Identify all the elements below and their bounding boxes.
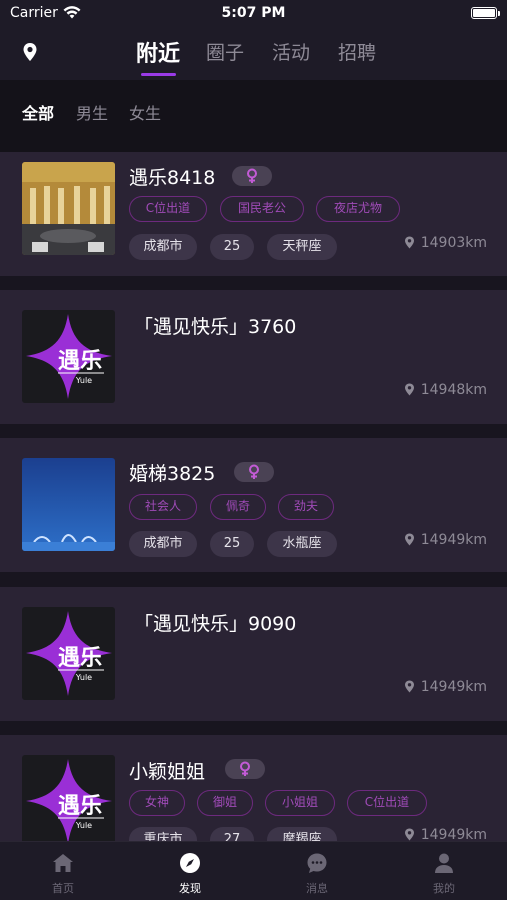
location-pin-icon xyxy=(404,680,414,693)
tabbar-home[interactable]: 首页 xyxy=(0,842,126,900)
tab-nearby[interactable]: 附近 xyxy=(136,36,180,68)
yule-logo-photo: 遇乐 Yule xyxy=(22,755,115,841)
location-pin-icon xyxy=(404,236,414,249)
zodiac-chip: 水瓶座 xyxy=(267,531,337,557)
tabbar-label: 发现 xyxy=(179,882,201,895)
tabbar-label: 消息 xyxy=(306,882,328,895)
svg-text:遇乐: 遇乐 xyxy=(58,794,102,819)
city-chip: 重庆市 xyxy=(129,827,197,841)
location-pin-icon xyxy=(404,533,414,546)
user-tag: C位出道 xyxy=(129,196,207,222)
distance-value: 14948km xyxy=(420,382,487,398)
user-name: 小颖姐姐 xyxy=(129,761,206,783)
tabbar-label: 首页 xyxy=(52,882,74,895)
location-pin-icon xyxy=(404,828,414,841)
distance-label: 14949km xyxy=(404,827,487,841)
gender-badge xyxy=(234,462,274,482)
tab-events[interactable]: 活动 xyxy=(272,38,310,65)
battery-icon xyxy=(471,7,500,19)
city-chip: 成都市 xyxy=(129,531,197,557)
distance-label: 14948km xyxy=(404,382,487,398)
distance-value: 14949km xyxy=(420,827,487,841)
age-chip: 25 xyxy=(210,531,254,557)
tabbar-label: 我的 xyxy=(433,882,455,895)
user-icon xyxy=(435,853,453,873)
user-card[interactable]: 遇乐8418 C位出道 国民老公 夜店尤物 成都市 25 天秤座 14903km xyxy=(0,152,507,276)
tabbar-messages[interactable]: 消息 xyxy=(254,842,380,900)
tabbar-me[interactable]: 我的 xyxy=(381,842,507,900)
home-icon xyxy=(53,854,73,872)
user-name: 遇乐8418 xyxy=(129,167,216,189)
user-tag: 劲夫 xyxy=(278,494,334,520)
distance-label: 14949km xyxy=(404,679,487,695)
filter-female[interactable]: 女生 xyxy=(129,100,161,124)
user-tag: 佩奇 xyxy=(210,494,266,520)
user-tag: 国民老公 xyxy=(220,196,304,222)
female-icon xyxy=(247,168,257,183)
compass-icon xyxy=(180,853,200,873)
female-icon xyxy=(249,464,259,479)
chat-icon xyxy=(307,853,327,873)
yule-logo-photo: 遇乐 Yule xyxy=(22,310,115,403)
active-tab-indicator xyxy=(141,73,176,76)
user-tag: C位出道 xyxy=(347,790,427,816)
user-tag: 社会人 xyxy=(129,494,197,520)
user-name: 「遇见快乐」3760 xyxy=(134,316,297,338)
location-pin-icon xyxy=(404,383,414,396)
zodiac-chip: 摩羯座 xyxy=(267,827,337,841)
user-tag: 小姐姐 xyxy=(265,790,335,816)
user-name: 婚梯3825 xyxy=(129,463,216,485)
gender-filter-bar: 全部 男生 女生 xyxy=(0,80,507,152)
user-name: 「遇见快乐」9090 xyxy=(134,613,297,635)
top-nav: 附近 圈子 活动 招聘 xyxy=(0,28,507,80)
zodiac-chip: 天秤座 xyxy=(267,234,337,260)
distance-value: 14949km xyxy=(420,532,487,548)
top-tabs: 附近 圈子 活动 招聘 xyxy=(0,28,507,80)
user-photo xyxy=(22,458,115,551)
user-tag: 女神 xyxy=(129,790,185,816)
status-bar: Carrier 5:07 PM xyxy=(0,0,507,28)
svg-text:Yule: Yule xyxy=(75,821,92,830)
distance-value: 14949km xyxy=(420,679,487,695)
distance-value: 14903km xyxy=(420,235,487,251)
tabbar-discover[interactable]: 发现 xyxy=(127,842,253,900)
user-card[interactable]: 遇乐 Yule 「遇见快乐」9090 14949km xyxy=(0,587,507,721)
city-chip: 成都市 xyxy=(129,234,197,260)
svg-text:Yule: Yule xyxy=(75,673,92,682)
svg-text:遇乐: 遇乐 xyxy=(58,646,102,671)
tab-circles[interactable]: 圈子 xyxy=(206,38,244,65)
distance-label: 14949km xyxy=(404,532,487,548)
user-card[interactable]: 婚梯3825 社会人 佩奇 劲夫 成都市 25 水瓶座 14949km xyxy=(0,438,507,572)
gender-badge xyxy=(232,166,272,186)
user-photo xyxy=(22,162,115,255)
filter-all[interactable]: 全部 xyxy=(22,100,54,124)
user-card[interactable]: 遇乐 Yule 「遇见快乐」3760 14948km xyxy=(0,290,507,424)
bottom-tab-bar: 首页 发现 消息 我的 xyxy=(0,841,507,900)
svg-text:Yule: Yule xyxy=(75,376,92,385)
svg-text:遇乐: 遇乐 xyxy=(58,349,102,374)
yule-logo-photo: 遇乐 Yule xyxy=(22,607,115,700)
distance-label: 14903km xyxy=(404,235,487,251)
user-tag: 御姐 xyxy=(197,790,253,816)
gender-badge xyxy=(225,759,265,779)
user-card[interactable]: 遇乐 Yule 小颖姐姐 女神 御姐 小姐姐 C位出道 重庆市 27 摩羯座 1… xyxy=(0,735,507,841)
user-tag: 夜店尤物 xyxy=(316,196,400,222)
female-icon xyxy=(240,761,250,776)
age-chip: 27 xyxy=(210,827,254,841)
tab-jobs[interactable]: 招聘 xyxy=(338,38,376,65)
filter-male[interactable]: 男生 xyxy=(76,100,108,124)
age-chip: 25 xyxy=(210,234,254,260)
clock-label: 5:07 PM xyxy=(221,5,286,21)
